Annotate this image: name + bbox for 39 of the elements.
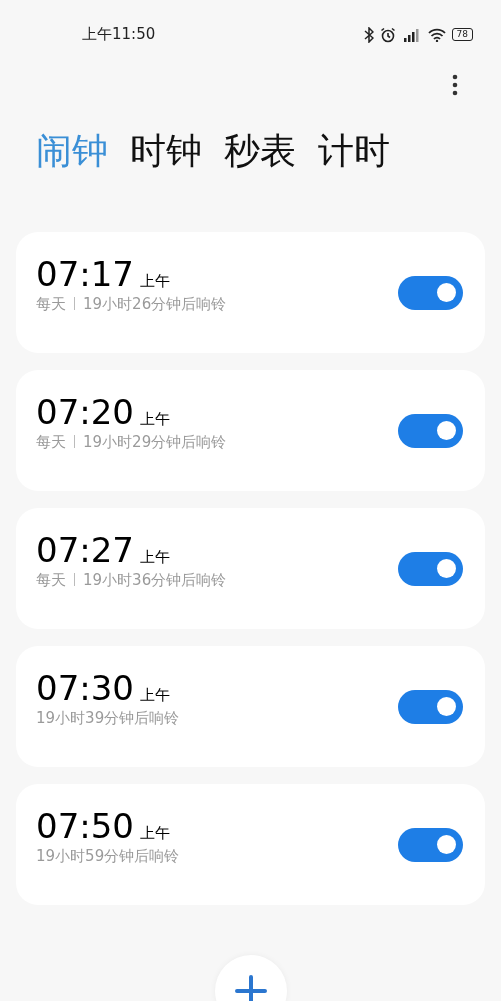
alarm-period: 上午 xyxy=(140,270,170,292)
alarm-time: 07:17 xyxy=(36,253,134,294)
alarm-icon xyxy=(379,26,396,43)
alarm-card[interactable]: 07:20 上午 每天 19小时29分钟后响铃 xyxy=(16,370,485,491)
battery-indicator: 78 xyxy=(451,28,473,41)
alarm-countdown: 19小时29分钟后响铃 xyxy=(83,431,227,452)
alarm-period: 上午 xyxy=(140,822,170,844)
alarm-period: 上午 xyxy=(140,684,170,706)
bluetooth-icon xyxy=(363,26,374,43)
wifi-icon xyxy=(427,27,446,42)
plus-icon xyxy=(235,975,267,1001)
alarm-toggle[interactable] xyxy=(398,689,463,724)
more-icon xyxy=(452,74,458,96)
alarm-countdown: 19小时39分钟后响铃 xyxy=(36,707,180,728)
alarm-card[interactable]: 07:17 上午 每天 19小时26分钟后响铃 xyxy=(16,232,485,353)
alarm-card[interactable]: 07:30 上午 19小时39分钟后响铃 xyxy=(16,646,485,767)
alarm-period: 上午 xyxy=(140,408,170,430)
signal-icon xyxy=(401,26,422,43)
tab[interactable]: 计时 xyxy=(318,129,390,173)
alarm-repeat: 每天 xyxy=(36,293,66,314)
alarm-time: 07:20 xyxy=(36,391,134,432)
alarm-countdown: 19小时36分钟后响铃 xyxy=(83,569,227,590)
tab[interactable]: 时钟 xyxy=(130,129,202,173)
alarm-toggle[interactable] xyxy=(398,551,463,586)
alarm-countdown: 19小时59分钟后响铃 xyxy=(36,845,180,866)
alarm-period: 上午 xyxy=(140,546,170,568)
alarm-toggle[interactable] xyxy=(398,275,463,310)
status-time: 上午11:50 xyxy=(82,24,156,46)
alarm-repeat: 每天 xyxy=(36,569,66,590)
alarm-countdown: 19小时26分钟后响铃 xyxy=(83,293,227,314)
alarm-repeat: 每天 xyxy=(36,431,66,452)
alarm-card[interactable]: 07:50 上午 19小时59分钟后响铃 xyxy=(16,784,485,905)
tab[interactable]: 秒表 xyxy=(224,129,296,173)
alarm-time: 07:27 xyxy=(36,529,134,570)
alarm-time: 07:50 xyxy=(36,805,134,846)
alarm-toggle[interactable] xyxy=(398,413,463,448)
alarm-toggle[interactable] xyxy=(398,827,463,862)
alarm-card[interactable]: 07:27 上午 每天 19小时36分钟后响铃 xyxy=(16,508,485,629)
alarm-time: 07:30 xyxy=(36,667,134,708)
